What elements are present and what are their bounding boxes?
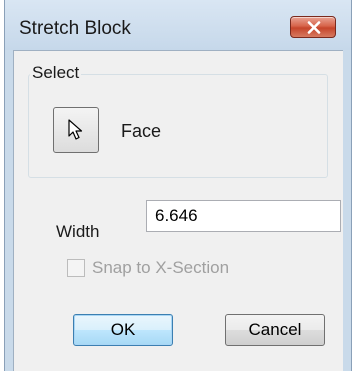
title-bar[interactable]: Stretch Block (5, 0, 351, 50)
width-label: Width (56, 222, 100, 241)
close-button[interactable] (290, 16, 336, 38)
width-input[interactable] (146, 200, 341, 232)
snap-to-x-section-label: Snap to X-Section (92, 258, 230, 277)
cursor-arrow-icon (68, 119, 83, 140)
select-group-label: Select (30, 63, 82, 83)
stretch-block-dialog: Stretch Block Select Face Width Snap to … (4, 0, 352, 371)
close-icon (307, 21, 321, 34)
dialog-body: Select Face Width Snap to X-Section OK C… (13, 50, 343, 371)
snap-to-x-section-checkbox[interactable] (67, 259, 85, 277)
cancel-button[interactable]: Cancel (225, 314, 325, 346)
select-face-button[interactable] (53, 107, 99, 153)
window-title: Stretch Block (19, 18, 131, 39)
ok-button[interactable]: OK (73, 314, 173, 346)
select-mode-label: Face (121, 121, 162, 141)
